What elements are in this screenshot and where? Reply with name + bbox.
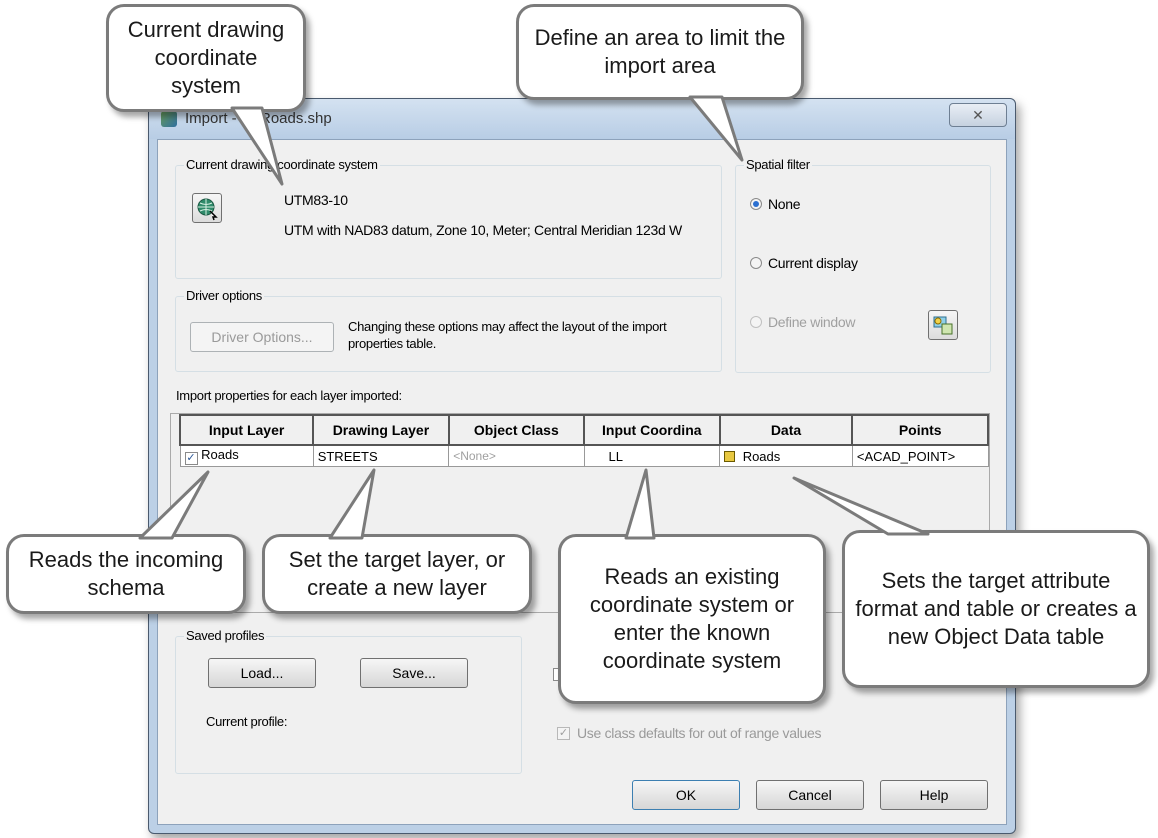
globe-icon — [197, 198, 218, 221]
window-select-icon — [933, 316, 953, 335]
col-points[interactable]: Points — [851, 414, 989, 446]
dialog-title: Import - C:\Roads.shp — [185, 110, 332, 127]
spatial-current-display-label: Current display — [768, 255, 858, 271]
driver-options-note: Changing these options may affect the la… — [348, 319, 667, 351]
table-row[interactable]: ✓ Roads STREETS <None> LL Roads <ACAD_PO… — [179, 444, 989, 467]
cancel-button[interactable]: Cancel — [756, 780, 864, 810]
app-icon — [161, 111, 177, 127]
spatial-filter-group-label: Spatial filter — [744, 157, 812, 172]
close-icon: ✕ — [972, 107, 984, 123]
spatial-current-display-radio[interactable] — [750, 257, 762, 269]
callout-input-coordinates: Reads an existing coordinate system or e… — [558, 534, 826, 704]
help-button[interactable]: Help — [880, 780, 988, 810]
class-defaults-label: Use class defaults for out of range valu… — [577, 725, 822, 741]
input-layer-value: Roads — [201, 447, 239, 462]
callout-spatial-filter: Define an area to limit the import area — [516, 4, 804, 100]
current-profile-label: Current profile: — [206, 714, 288, 729]
callout-data-table: Sets the target attribute format and tab… — [842, 530, 1150, 688]
ok-button[interactable]: OK — [632, 780, 740, 810]
input-coordinates-cell[interactable]: LL — [583, 444, 721, 467]
col-data[interactable]: Data — [718, 414, 854, 446]
close-button[interactable]: ✕ — [949, 103, 1007, 127]
table-icon — [724, 450, 736, 462]
object-class-cell[interactable]: <None> — [448, 444, 585, 467]
driver-options-button[interactable]: Driver Options... — [190, 322, 334, 352]
data-value: Roads — [742, 448, 781, 464]
col-input-layer[interactable]: Input Layer — [178, 414, 315, 446]
col-object-class[interactable]: Object Class — [447, 414, 586, 446]
class-defaults-checkbox[interactable]: ✓ — [557, 727, 570, 740]
saved-profiles-group-label: Saved profiles — [184, 628, 267, 643]
callout-coord-system: Current drawing coordinate system — [106, 4, 306, 112]
col-input-coordinates[interactable]: Input Coordina — [583, 414, 721, 446]
coord-system-button[interactable] — [192, 193, 222, 223]
col-drawing-layer[interactable]: Drawing Layer — [312, 414, 450, 446]
input-layer-cell[interactable]: ✓ Roads — [179, 444, 314, 467]
driver-options-group-label: Driver options — [184, 288, 264, 303]
spatial-define-window-label: Define window — [768, 314, 856, 330]
data-cell[interactable]: Roads — [719, 444, 853, 467]
drawing-layer-cell[interactable]: STREETS — [312, 444, 450, 467]
callout-input-layer: Reads the incoming schema — [6, 534, 246, 614]
spatial-none-radio[interactable] — [750, 198, 762, 210]
points-cell[interactable]: <ACAD_POINT> — [851, 444, 989, 467]
spatial-none-label: None — [768, 196, 801, 212]
define-window-button[interactable] — [928, 310, 958, 340]
callout-drawing-layer: Set the target layer, or create a new la… — [262, 534, 532, 614]
save-profile-button[interactable]: Save... — [360, 658, 468, 688]
import-properties-label: Import properties for each layer importe… — [176, 388, 402, 403]
saved-profiles-group: Saved profiles — [175, 628, 522, 774]
input-coordinates-value: LL — [608, 448, 623, 464]
coord-system-code: UTM83-10 — [284, 192, 348, 208]
layer-include-checkbox[interactable]: ✓ — [184, 452, 198, 465]
load-profile-button[interactable]: Load... — [208, 658, 316, 688]
coord-system-group-label: Current drawing coordinate system — [184, 157, 380, 172]
coord-system-description: UTM with NAD83 datum, Zone 10, Meter; Ce… — [284, 222, 682, 238]
spatial-define-window-radio[interactable] — [750, 316, 762, 328]
